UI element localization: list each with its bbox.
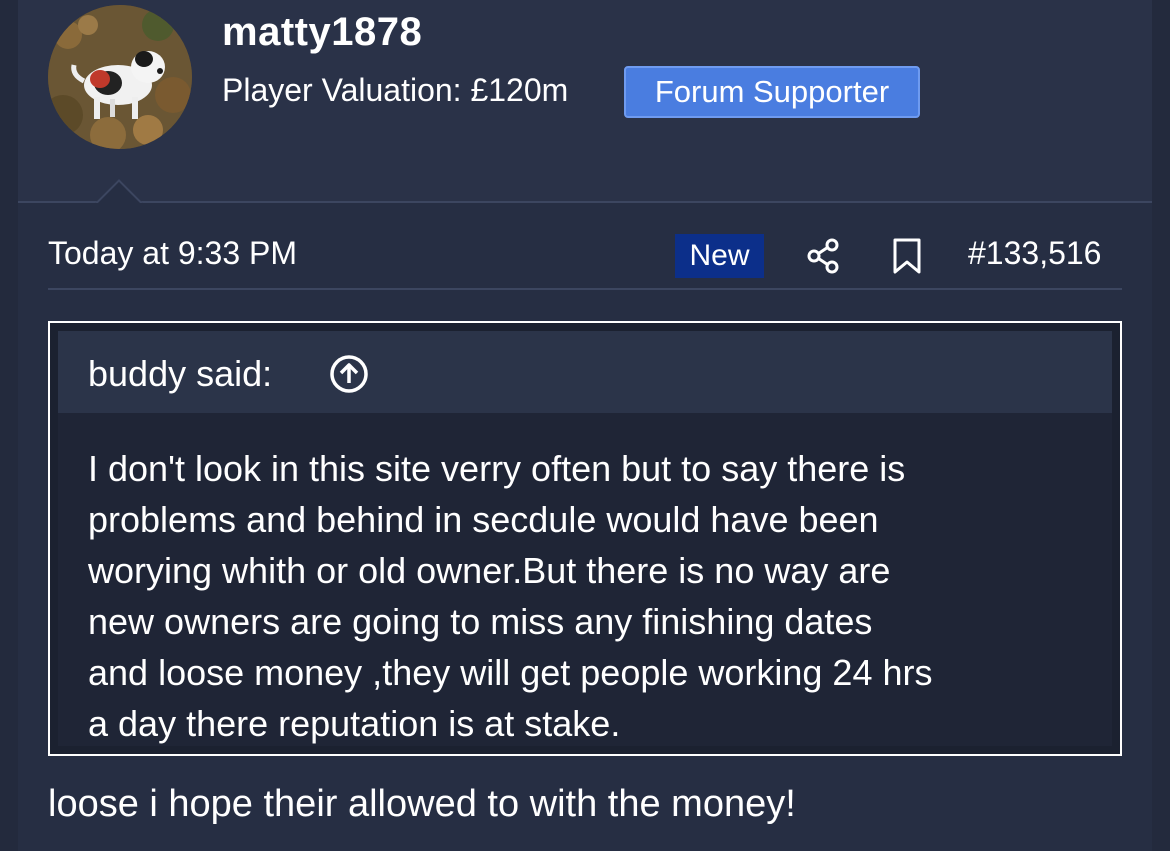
- forum-supporter-badge: Forum Supporter: [624, 66, 920, 118]
- quote-block: buddy said: I don't look in this site ve…: [48, 321, 1122, 756]
- quote-line: problems and behind in secdule would hav…: [88, 499, 879, 540]
- post-number-link[interactable]: #133,516: [968, 235, 1101, 272]
- quote-line: a day there reputation is at stake.: [88, 703, 621, 744]
- quote-line: and loose money ,they will get people wo…: [88, 652, 933, 693]
- quote-header: buddy said:: [58, 331, 1112, 413]
- page-gutter-right: [1152, 0, 1170, 851]
- forum-post-page: matty1878 Player Valuation: £120m Forum …: [0, 0, 1170, 851]
- quote-body: I don't look in this site verry often bu…: [88, 443, 1098, 749]
- user-block-divider: [18, 201, 1152, 203]
- user-block-caret: [92, 175, 146, 203]
- quote-line: new owners are going to miss any finishi…: [88, 601, 873, 642]
- new-badge: New: [675, 234, 764, 278]
- quote-line: I don't look in this site verry often bu…: [88, 448, 906, 489]
- arrow-up-circle-icon[interactable]: [328, 353, 370, 395]
- username[interactable]: matty1878: [222, 10, 422, 55]
- quote-inner: buddy said: I don't look in this site ve…: [58, 331, 1112, 746]
- post-reply-text: loose i hope their allowed to with the m…: [48, 783, 796, 825]
- quote-line: worying whith or old owner.But there is …: [88, 550, 891, 591]
- quote-author[interactable]: buddy said:: [88, 353, 272, 395]
- avatar[interactable]: [48, 5, 192, 149]
- user-info-block: [18, 0, 1152, 203]
- post-timestamp[interactable]: Today at 9:33 PM: [48, 235, 297, 272]
- bookmark-icon[interactable]: [887, 236, 927, 276]
- share-icon[interactable]: [804, 236, 844, 276]
- avatar-dog-photo-icon: [48, 5, 192, 149]
- page-gutter-left: [0, 0, 18, 851]
- post-meta-divider: [48, 288, 1122, 290]
- player-valuation: Player Valuation: £120m: [222, 72, 569, 108]
